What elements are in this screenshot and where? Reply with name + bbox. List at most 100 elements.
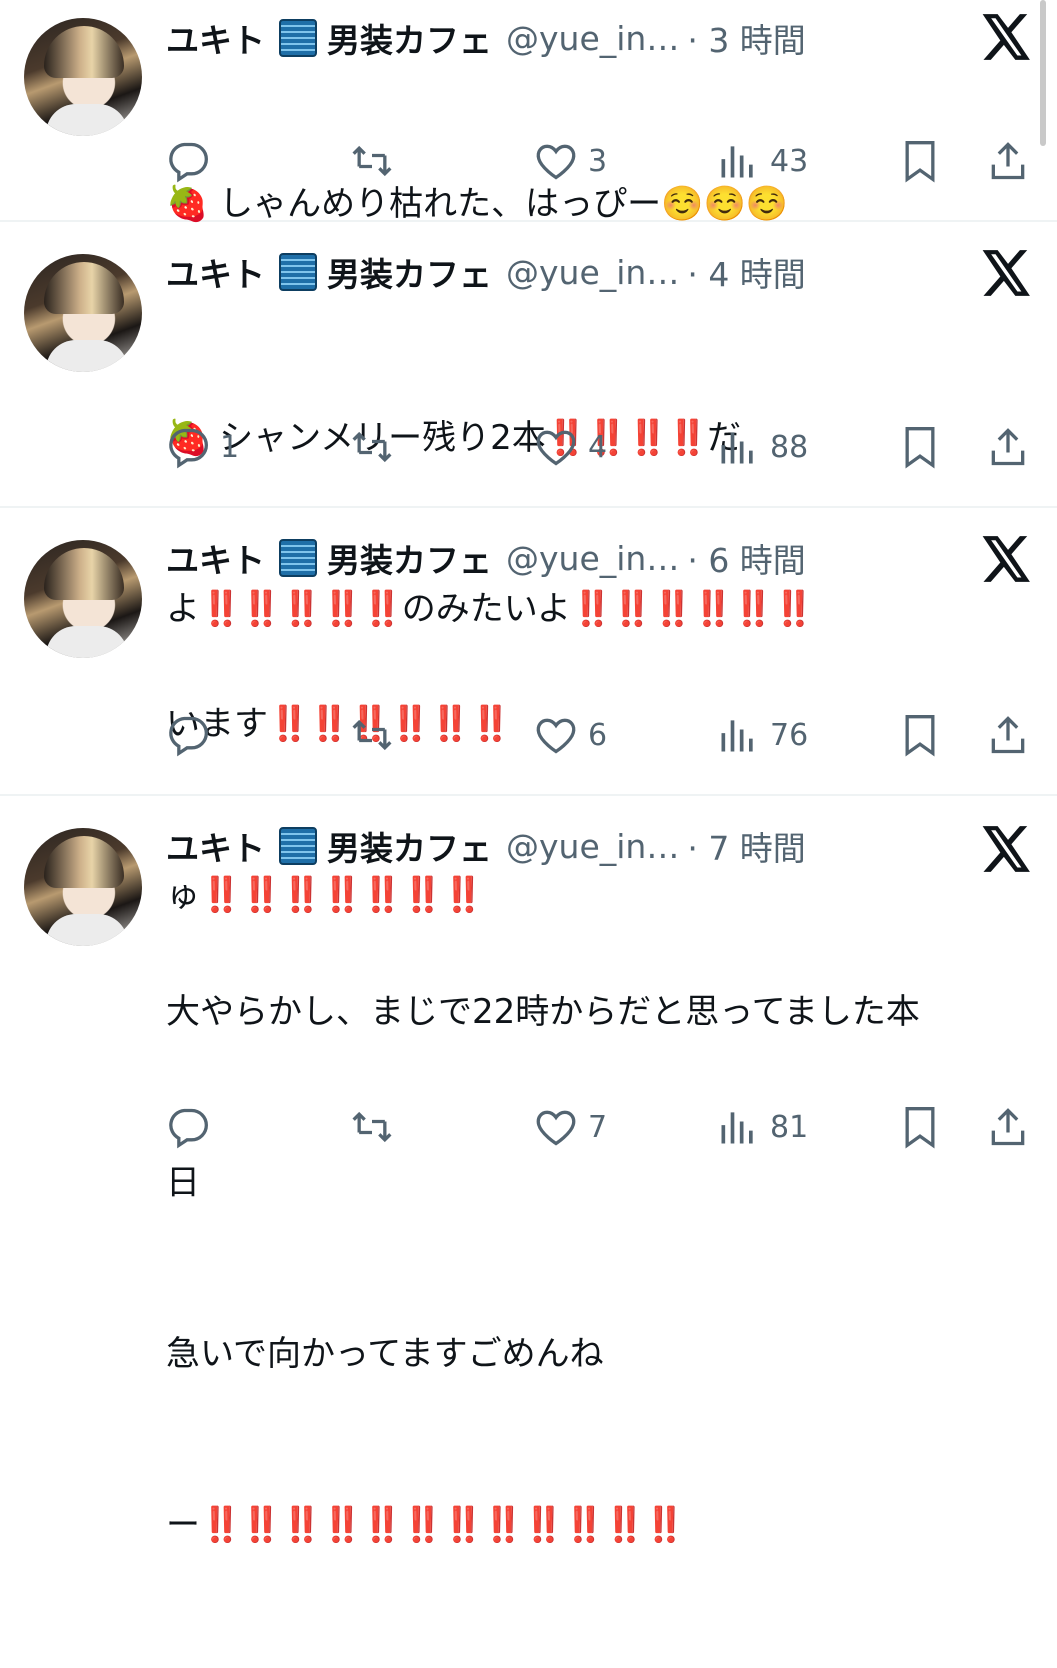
retweet-icon — [352, 431, 392, 463]
share-button[interactable] — [986, 136, 1030, 186]
bookmark-icon — [905, 141, 935, 183]
views-button[interactable]: 43 — [716, 136, 808, 186]
handle[interactable]: @yue_in… — [506, 827, 679, 866]
view-count: 43 — [770, 143, 809, 179]
xray-icon — [279, 539, 317, 577]
like-button[interactable]: 7 — [534, 1102, 607, 1152]
tweet[interactable]: ユキト 男装カフェ @yue_in… · 6 時間 います‼️‼️‼️‼️‼️‼… — [0, 508, 1057, 915]
display-name[interactable]: ユキト — [166, 14, 265, 62]
display-name[interactable]: ユキト — [166, 534, 265, 582]
heart-icon — [536, 144, 576, 180]
retweet-button[interactable] — [350, 422, 394, 472]
reply-icon — [169, 1108, 208, 1149]
retweet-button[interactable] — [350, 710, 394, 760]
views-button[interactable]: 81 — [716, 1102, 808, 1152]
share-button[interactable] — [986, 422, 1030, 472]
heart-icon — [536, 1110, 576, 1146]
views-button[interactable]: 88 — [716, 422, 808, 472]
tweet-text-line: 大やらかし、まじで22時からだと思ってました本 — [166, 992, 920, 1032]
tweet-header: ユキト 男装カフェ @yue_in… · 6 時間 — [166, 534, 806, 582]
retweet-button[interactable] — [350, 136, 394, 186]
heart-icon — [536, 718, 576, 754]
views-button[interactable]: 76 — [716, 710, 808, 760]
reply-button[interactable] — [166, 1102, 220, 1152]
timestamp[interactable]: · 7 時間 — [687, 822, 805, 870]
x-logo-icon — [982, 14, 1030, 60]
views-icon — [721, 432, 753, 464]
handle[interactable]: @yue_in… — [506, 253, 679, 292]
tweet[interactable]: ユキト 男装カフェ @yue_in… · 3 時間 🍓 しゃんめり枯れた、はっぴ… — [0, 0, 1057, 224]
reply-count: 1 — [220, 429, 240, 465]
bookmark-icon — [905, 715, 935, 757]
retweet-icon — [352, 145, 392, 177]
handle[interactable]: @yue_in… — [506, 539, 679, 578]
action-bar: 6 76 — [0, 710, 1057, 760]
x-logo-icon — [982, 536, 1030, 582]
avatar[interactable] — [24, 18, 142, 136]
views-icon — [721, 1112, 753, 1144]
like-count: 6 — [588, 717, 608, 753]
like-button[interactable]: 4 — [534, 422, 607, 472]
bookmark-button[interactable] — [898, 1102, 942, 1152]
retweet-icon — [352, 1111, 392, 1143]
bookmark-button[interactable] — [898, 136, 942, 186]
view-count: 76 — [770, 717, 809, 753]
xray-icon — [279, 253, 317, 291]
tweet[interactable]: ユキト 男装カフェ @yue_in… · 7 時間 大やらかし、まじで22時から… — [0, 796, 1057, 1545]
avatar[interactable] — [24, 254, 142, 372]
timestamp[interactable]: · 4 時間 — [687, 248, 805, 296]
display-name[interactable]: ユキト — [166, 822, 265, 870]
reply-button[interactable] — [166, 710, 220, 760]
retweet-button[interactable] — [350, 1102, 394, 1152]
views-icon — [721, 720, 753, 752]
avatar[interactable] — [24, 828, 142, 946]
reply-icon — [169, 142, 208, 183]
reply-button[interactable]: 1 — [166, 422, 239, 472]
share-icon — [991, 428, 1025, 466]
x-logo-icon — [982, 250, 1030, 296]
scrollbar-thumb[interactable] — [1040, 0, 1046, 146]
tweet-header: ユキト 男装カフェ @yue_in… · 3 時間 — [166, 14, 806, 62]
reply-icon — [169, 716, 208, 757]
tweet-header: ユキト 男装カフェ @yue_in… · 7 時間 — [166, 822, 806, 870]
action-bar: 1 4 88 — [0, 422, 1057, 472]
x-logo-icon — [982, 826, 1030, 872]
xray-icon — [279, 19, 317, 57]
share-button[interactable] — [986, 710, 1030, 760]
heart-icon — [536, 430, 576, 466]
tweet-header: ユキト 男装カフェ @yue_in… · 4 時間 — [166, 248, 806, 296]
action-bar: 7 81 — [0, 1102, 1057, 1152]
views-icon — [721, 146, 753, 178]
display-name[interactable]: ユキト — [166, 248, 265, 296]
timestamp[interactable]: · 6 時間 — [687, 534, 805, 582]
tweet-text-line: 日 — [166, 1163, 200, 1203]
bookmark-icon — [905, 1107, 935, 1149]
view-count: 88 — [770, 429, 809, 465]
view-count: 81 — [770, 1109, 809, 1145]
like-button[interactable]: 3 — [534, 136, 607, 186]
like-button[interactable]: 6 — [534, 710, 607, 760]
like-count: 4 — [588, 429, 608, 465]
avatar[interactable] — [24, 540, 142, 658]
tweet-text-line: 急いで向かってますごめんね — [166, 1334, 604, 1374]
share-icon — [991, 142, 1025, 180]
share-button[interactable] — [986, 1102, 1030, 1152]
display-name-suffix[interactable]: 男装カフェ — [327, 534, 492, 582]
reply-button[interactable] — [166, 136, 220, 186]
retweet-icon — [352, 719, 392, 751]
handle[interactable]: @yue_in… — [506, 19, 679, 58]
tweet-text-line: ー‼️‼️‼️‼️‼️‼️‼️‼️‼️‼️‼️‼️ — [166, 1505, 686, 1545]
like-count: 3 — [588, 143, 608, 179]
xray-icon — [279, 827, 317, 865]
share-icon — [991, 1108, 1025, 1146]
action-bar: 3 43 — [0, 136, 1057, 186]
bookmark-icon — [905, 427, 935, 469]
bookmark-button[interactable] — [898, 422, 942, 472]
timestamp[interactable]: · 3 時間 — [687, 14, 805, 62]
tweet[interactable]: ユキト 男装カフェ @yue_in… · 4 時間 🍓 シャンメリー残り2本‼️… — [0, 222, 1057, 629]
display-name-suffix[interactable]: 男装カフェ — [327, 14, 492, 62]
share-icon — [991, 716, 1025, 754]
bookmark-button[interactable] — [898, 710, 942, 760]
display-name-suffix[interactable]: 男装カフェ — [327, 822, 492, 870]
display-name-suffix[interactable]: 男装カフェ — [327, 248, 492, 296]
